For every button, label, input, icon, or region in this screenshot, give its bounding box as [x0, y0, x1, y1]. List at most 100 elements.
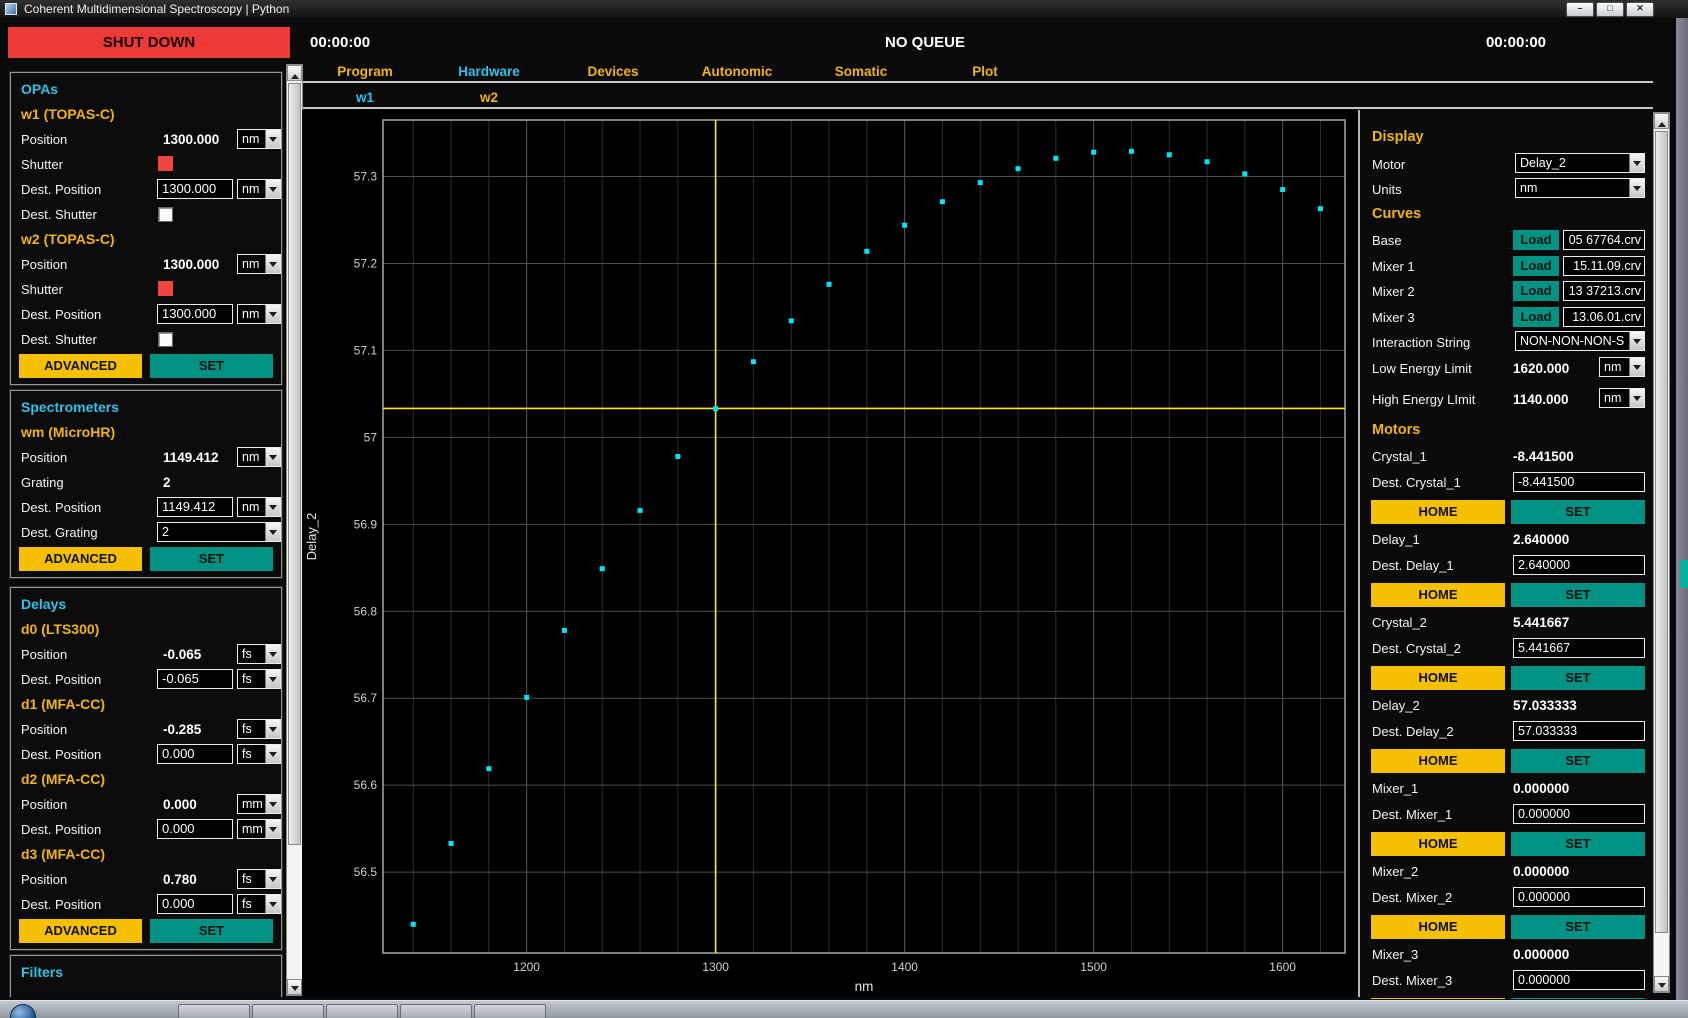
- taskbar-button[interactable]: [400, 1004, 472, 1018]
- unit-select[interactable]: nm: [237, 129, 281, 149]
- subtab-w2[interactable]: w2: [427, 88, 551, 105]
- set-button[interactable]: SET: [150, 919, 273, 943]
- curve-file-field[interactable]: 15.11.09.crv: [1563, 256, 1645, 276]
- set-button[interactable]: SET: [150, 354, 273, 378]
- chevron-down-icon[interactable]: [265, 820, 280, 838]
- chevron-down-icon[interactable]: [265, 745, 280, 763]
- unit-select[interactable]: mm: [237, 794, 281, 814]
- unit-select[interactable]: mm: [237, 819, 281, 839]
- interaction-string-select[interactable]: NON-NON-NON-S: [1515, 331, 1645, 351]
- unit-select[interactable]: fs: [237, 644, 281, 664]
- motor-dest-input[interactable]: 2.640000: [1513, 555, 1645, 575]
- set-button[interactable]: SET: [1511, 998, 1645, 999]
- tab-hardware[interactable]: Hardware: [427, 62, 551, 79]
- motor-dest-input[interactable]: 5.441667: [1513, 638, 1645, 658]
- grating-select[interactable]: 2: [157, 522, 281, 542]
- unit-select[interactable]: nm: [237, 254, 281, 274]
- scrollbar-thumb[interactable]: [1655, 131, 1668, 933]
- curve-file-field[interactable]: 05 67764.crv: [1563, 230, 1645, 250]
- chevron-down-icon[interactable]: [265, 523, 280, 541]
- unit-select[interactable]: fs: [237, 894, 281, 914]
- dest-input[interactable]: 1300.000: [157, 179, 233, 199]
- set-button[interactable]: SET: [1511, 915, 1645, 939]
- dest-shutter-checkbox[interactable]: [158, 332, 173, 347]
- chevron-down-icon[interactable]: [265, 670, 280, 688]
- scroll-up-arrow[interactable]: [1654, 113, 1669, 129]
- motor-dest-input[interactable]: 0.000000: [1513, 970, 1645, 990]
- chevron-down-icon[interactable]: [265, 305, 280, 323]
- tab-somatic[interactable]: Somatic: [799, 62, 923, 79]
- set-button[interactable]: SET: [150, 547, 273, 571]
- dest-input[interactable]: -0.065: [157, 669, 233, 689]
- chevron-down-icon[interactable]: [1629, 179, 1644, 197]
- chevron-down-icon[interactable]: [1629, 389, 1644, 407]
- units-select[interactable]: nm: [1515, 178, 1645, 198]
- unit-select[interactable]: nm: [237, 497, 281, 517]
- scroll-down-arrow[interactable]: [287, 979, 302, 995]
- unit-select[interactable]: nm: [237, 304, 281, 324]
- close-button[interactable]: ✕: [1626, 2, 1654, 17]
- load-button[interactable]: Load: [1513, 281, 1559, 301]
- chevron-down-icon[interactable]: [265, 255, 280, 273]
- subtab-w1[interactable]: w1: [303, 88, 427, 105]
- unit-select[interactable]: fs: [237, 669, 281, 689]
- tuning-curve-plot[interactable]: 56.556.656.756.856.95757.157.257.3120013…: [302, 110, 1358, 997]
- plot-canvas[interactable]: 56.556.656.756.856.95757.157.257.3120013…: [302, 110, 1358, 997]
- set-button[interactable]: SET: [1511, 749, 1645, 773]
- unit-select[interactable]: fs: [237, 869, 281, 889]
- home-button[interactable]: HOME: [1371, 749, 1505, 773]
- chevron-down-icon[interactable]: [265, 870, 280, 888]
- advanced-button[interactable]: ADVANCED: [19, 547, 142, 571]
- right-panel-scrollbar[interactable]: [1653, 112, 1670, 993]
- chevron-down-icon[interactable]: [265, 645, 280, 663]
- motor-dest-input[interactable]: 57.033333: [1513, 721, 1645, 741]
- motor-select[interactable]: Delay_2: [1515, 153, 1645, 173]
- chevron-down-icon[interactable]: [265, 720, 280, 738]
- load-button[interactable]: Load: [1513, 230, 1559, 250]
- unit-select[interactable]: fs: [237, 744, 281, 764]
- dest-input[interactable]: 0.000: [157, 744, 233, 764]
- advanced-button[interactable]: ADVANCED: [19, 919, 142, 943]
- home-button[interactable]: HOME: [1371, 666, 1505, 690]
- chevron-down-icon[interactable]: [265, 180, 280, 198]
- chevron-down-icon[interactable]: [1629, 154, 1644, 172]
- dest-input[interactable]: 1300.000: [157, 304, 233, 324]
- unit-select[interactable]: fs: [237, 719, 281, 739]
- dest-shutter-checkbox[interactable]: [158, 207, 173, 222]
- taskbar-button[interactable]: [178, 1004, 250, 1018]
- home-button[interactable]: HOME: [1371, 500, 1505, 524]
- load-button[interactable]: Load: [1513, 256, 1559, 276]
- chevron-down-icon[interactable]: [265, 895, 280, 913]
- dest-input[interactable]: 0.000: [157, 819, 233, 839]
- tab-program[interactable]: Program: [303, 62, 427, 79]
- dest-input[interactable]: 1149.412: [157, 497, 233, 517]
- motor-dest-input[interactable]: 0.000000: [1513, 804, 1645, 824]
- scroll-up-arrow[interactable]: [287, 65, 302, 81]
- home-button[interactable]: HOME: [1371, 998, 1505, 999]
- chevron-down-icon[interactable]: [265, 448, 280, 466]
- set-button[interactable]: SET: [1511, 666, 1645, 690]
- dest-input[interactable]: 0.000: [157, 894, 233, 914]
- chevron-down-icon[interactable]: [1629, 332, 1644, 350]
- set-button[interactable]: SET: [1511, 583, 1645, 607]
- unit-select[interactable]: nm: [237, 179, 281, 199]
- chevron-down-icon[interactable]: [265, 795, 280, 813]
- load-button[interactable]: Load: [1513, 307, 1559, 327]
- taskbar-button[interactable]: [326, 1004, 398, 1018]
- unit-select[interactable]: nm: [1599, 388, 1645, 408]
- curve-file-field[interactable]: 13.06.01.crv: [1563, 307, 1645, 327]
- minimize-button[interactable]: –: [1566, 2, 1594, 17]
- start-button-icon[interactable]: [10, 1004, 36, 1018]
- sidebar-scrollbar[interactable]: [286, 64, 303, 996]
- motor-dest-input[interactable]: -8.441500: [1513, 472, 1645, 492]
- tab-devices[interactable]: Devices: [551, 62, 675, 79]
- advanced-button[interactable]: ADVANCED: [19, 354, 142, 378]
- set-button[interactable]: SET: [1511, 832, 1645, 856]
- shutdown-button[interactable]: SHUT DOWN: [8, 27, 290, 58]
- chevron-down-icon[interactable]: [1629, 358, 1644, 376]
- taskbar-button[interactable]: [474, 1004, 546, 1018]
- set-button[interactable]: SET: [1511, 500, 1645, 524]
- scrollbar-thumb[interactable]: [288, 83, 301, 845]
- maximize-button[interactable]: □: [1596, 2, 1624, 17]
- curve-file-field[interactable]: 13 37213.crv: [1563, 281, 1645, 301]
